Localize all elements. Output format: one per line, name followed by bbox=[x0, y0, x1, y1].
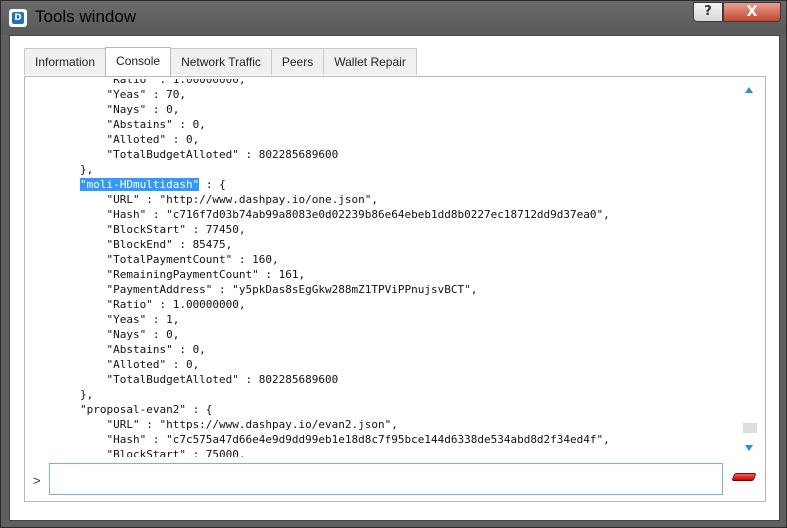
tab-bar: Information Console Network Traffic Peer… bbox=[24, 47, 417, 76]
window-content: Information Console Network Traffic Peer… bbox=[9, 35, 780, 521]
dash-logo-icon: D bbox=[9, 9, 27, 27]
console-line: "proposal-evan2" : { bbox=[27, 403, 213, 416]
console-line: "Nays" : 0, bbox=[27, 103, 180, 116]
console-line: "Yeas" : 70, bbox=[27, 88, 186, 101]
console-line: "Alloted" : 0, bbox=[27, 358, 200, 371]
console-line: "TotalBudgetAlloted" : 802285689600 bbox=[27, 373, 339, 386]
tab-console[interactable]: Console bbox=[105, 47, 172, 76]
console-input[interactable] bbox=[49, 463, 723, 495]
eraser-icon bbox=[731, 473, 757, 481]
scroll-thumb[interactable] bbox=[743, 423, 757, 433]
console-line: }, bbox=[27, 388, 94, 401]
console-line: "Alloted" : 0, bbox=[27, 133, 200, 146]
console-output[interactable]: "Ratio" : 1.00000000, "Yeas" : 70, "Nays… bbox=[27, 79, 739, 457]
console-scrollbar[interactable] bbox=[739, 79, 761, 457]
console-line: "Yeas" : 1, bbox=[27, 313, 180, 326]
console-prompt: > bbox=[33, 473, 41, 488]
console-line: "TotalPaymentCount" : 160, bbox=[27, 253, 279, 266]
tab-information[interactable]: Information bbox=[24, 48, 107, 75]
console-line: }, bbox=[27, 163, 94, 176]
console-line: "Abstains" : 0, bbox=[27, 118, 206, 131]
selected-text: "moli-HDmultidash" bbox=[79, 178, 200, 191]
console-line: "Hash" : "c716f7d03b74ab99a8083e0d02239b… bbox=[27, 208, 610, 221]
console-line: "Nays" : 0, bbox=[27, 328, 180, 341]
console-line: "BlockStart" : 77450, bbox=[27, 223, 246, 236]
console-panel: "Ratio" : 1.00000000, "Yeas" : 70, "Nays… bbox=[24, 76, 766, 502]
console-line: "Ratio" : 1.00000000, bbox=[27, 79, 246, 86]
console-line: "BlockEnd" : 85475, bbox=[27, 238, 233, 251]
console-line: "Abstains" : 0, bbox=[27, 343, 206, 356]
console-line: "URL" : "http://www.dashpay.io/one.json"… bbox=[27, 193, 378, 206]
scroll-down-icon[interactable] bbox=[745, 445, 753, 451]
console-line: "Ratio" : 1.00000000, bbox=[27, 298, 246, 311]
window-title: Tools window bbox=[35, 7, 137, 26]
console-line: "URL" : "https://www.dashpay.io/evan2.js… bbox=[27, 418, 398, 431]
clear-console-button[interactable] bbox=[731, 473, 757, 483]
tab-peers[interactable]: Peers bbox=[270, 48, 325, 75]
title-bar[interactable]: D Tools window ? X bbox=[1, 1, 786, 35]
console-line: "TotalBudgetAlloted" : 802285689600 bbox=[27, 148, 339, 161]
close-button[interactable]: X bbox=[723, 2, 781, 22]
scroll-up-icon[interactable] bbox=[745, 87, 753, 93]
help-button[interactable]: ? bbox=[693, 2, 723, 22]
tab-wallet-repair[interactable]: Wallet Repair bbox=[323, 48, 417, 75]
tools-window: D Tools window ? X Information Console N… bbox=[0, 0, 787, 528]
console-line: "PaymentAddress" : "y5pkDas8sEgGkw288mZ1… bbox=[27, 283, 478, 296]
console-line: "BlockStart" : 75000, bbox=[27, 448, 246, 457]
tab-network-traffic[interactable]: Network Traffic bbox=[170, 48, 272, 75]
console-line: "RemainingPaymentCount" : 161, bbox=[27, 268, 306, 281]
console-line: "Hash" : "c7c575a47d66e4e9d9dd99eb1e18d8… bbox=[27, 433, 610, 446]
console-line-selected: "moli-HDmultidash" : { bbox=[79, 178, 226, 191]
